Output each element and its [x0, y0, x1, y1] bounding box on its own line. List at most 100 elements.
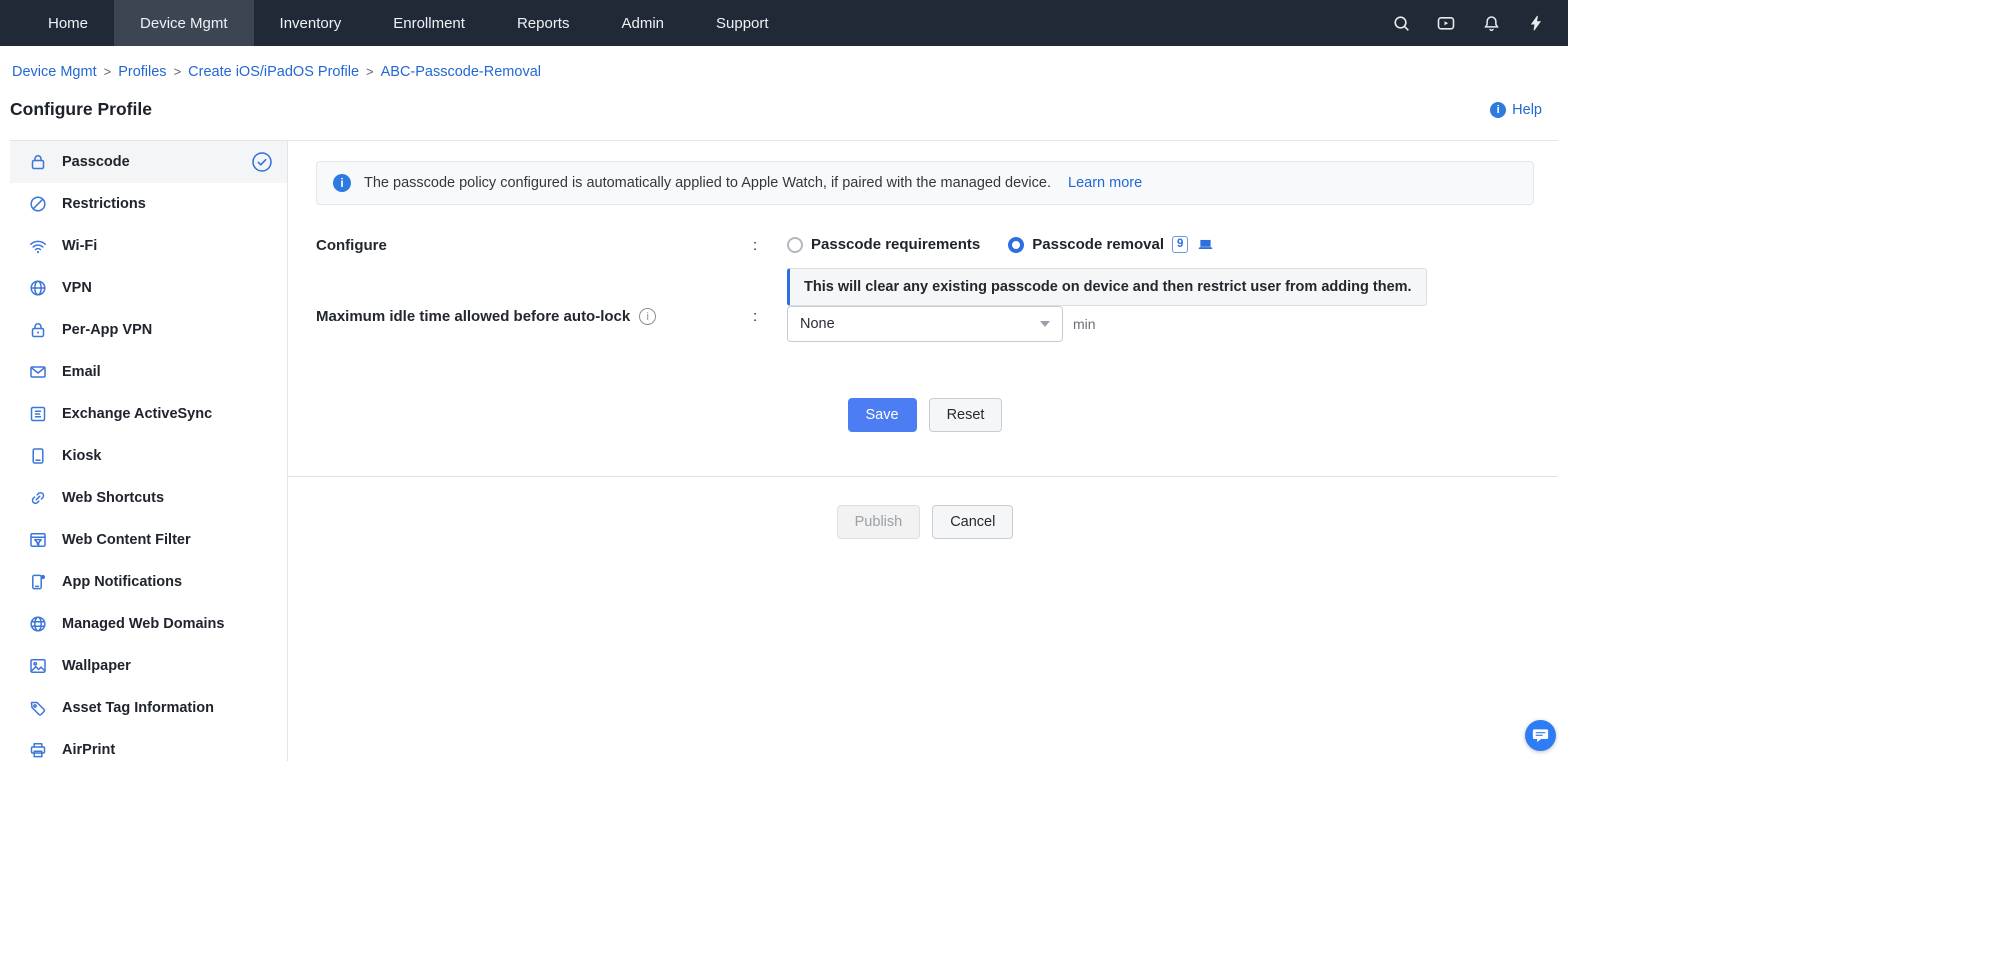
alerts-icon[interactable]	[1481, 13, 1501, 33]
supervised-device-icon	[1196, 235, 1215, 254]
nav-inventory[interactable]: Inventory	[254, 0, 368, 46]
profile-sections-sidebar: Passcode Restrictions Wi-Fi VPN Per-App …	[10, 141, 288, 761]
radio-selected-icon[interactable]	[1008, 237, 1024, 253]
wifi-icon	[28, 236, 48, 256]
sidebar-item-managed-web-domains[interactable]: Managed Web Domains	[10, 603, 287, 645]
breadcrumb-device-mgmt[interactable]: Device Mgmt	[12, 62, 97, 82]
sidebar-item-label: AirPrint	[62, 742, 115, 758]
passcode-config-panel: The passcode policy configured is automa…	[288, 141, 1558, 761]
video-icon[interactable]	[1436, 13, 1456, 33]
sidebar-item-airprint[interactable]: AirPrint	[10, 729, 287, 761]
idle-time-selected-value: None	[800, 316, 835, 332]
search-icon[interactable]	[1391, 13, 1411, 33]
sidebar-item-label: Web Shortcuts	[62, 490, 164, 506]
info-icon	[333, 174, 351, 192]
breadcrumb-profile-name[interactable]: ABC-Passcode-Removal	[381, 62, 541, 82]
sidebar-item-label: App Notifications	[62, 574, 182, 590]
sidebar-item-web-shortcuts[interactable]: Web Shortcuts	[10, 477, 287, 519]
help-label: Help	[1512, 102, 1542, 118]
chat-icon	[1532, 727, 1549, 744]
reset-button[interactable]: Reset	[929, 398, 1003, 432]
content-area: Passcode Restrictions Wi-Fi VPN Per-App …	[10, 140, 1558, 761]
profile-actions: Publish Cancel	[316, 505, 1534, 539]
passcode-removal-note: This will clear any existing passcode on…	[787, 268, 1427, 306]
sidebar-item-label: Exchange ActiveSync	[62, 406, 212, 422]
nav-admin[interactable]: Admin	[595, 0, 690, 46]
configure-row: Configure : Passcode requirements Passco…	[316, 235, 1534, 254]
lock-icon	[28, 152, 48, 172]
radio-unselected-icon[interactable]	[787, 237, 803, 253]
nav-reports[interactable]: Reports	[491, 0, 596, 46]
sidebar-item-vpn[interactable]: VPN	[10, 267, 287, 309]
sidebar-item-label: Asset Tag Information	[62, 700, 214, 716]
block-icon	[28, 194, 48, 214]
breadcrumb-separator: >	[366, 62, 374, 82]
cancel-button[interactable]: Cancel	[932, 505, 1013, 539]
configure-label: Configure	[316, 235, 753, 254]
nav-icon-group	[1391, 0, 1568, 46]
sidebar-item-label: Managed Web Domains	[62, 616, 224, 632]
nav-spacer	[795, 0, 1391, 46]
sidebar-item-kiosk[interactable]: Kiosk	[10, 435, 287, 477]
breadcrumb-separator: >	[174, 62, 182, 82]
quick-actions-icon[interactable]	[1526, 13, 1546, 33]
sidebar-item-asset-tag-information[interactable]: Asset Tag Information	[10, 687, 287, 729]
sidebar-item-label: Email	[62, 364, 101, 380]
sidebar-item-app-notifications[interactable]: App Notifications	[10, 561, 287, 603]
nav-home[interactable]: Home	[22, 0, 114, 46]
sidebar-item-exchange-activesync[interactable]: Exchange ActiveSync	[10, 393, 287, 435]
sidebar-item-label: Web Content Filter	[62, 532, 191, 548]
printer-icon	[28, 740, 48, 760]
sidebar-item-per-app-vpn[interactable]: Per-App VPN	[10, 309, 287, 351]
configured-check-icon	[251, 151, 273, 173]
sidebar-item-restrictions[interactable]: Restrictions	[10, 183, 287, 225]
link-icon	[28, 488, 48, 508]
sidebar-item-wifi[interactable]: Wi-Fi	[10, 225, 287, 267]
exchange-icon	[28, 404, 48, 424]
tablet-icon	[28, 446, 48, 466]
phone-bell-icon	[28, 572, 48, 592]
radio-passcode-requirements[interactable]: Passcode requirements	[787, 236, 980, 253]
sidebar-item-web-content-filter[interactable]: Web Content Filter	[10, 519, 287, 561]
chat-widget-button[interactable]	[1525, 720, 1556, 751]
passcode-form: Configure : Passcode requirements Passco…	[316, 235, 1534, 539]
lock-icon	[28, 320, 48, 340]
breadcrumb-profiles[interactable]: Profiles	[118, 62, 166, 82]
sidebar-item-label: Wallpaper	[62, 658, 131, 674]
idle-time-select[interactable]: None	[787, 306, 1063, 342]
help-link[interactable]: Help	[1490, 102, 1542, 118]
section-divider	[288, 476, 1558, 477]
radio-label: Passcode requirements	[811, 236, 980, 253]
app-window: Home Device Mgmt Inventory Enrollment Re…	[0, 0, 1568, 762]
filter-icon	[28, 530, 48, 550]
sidebar-item-label: VPN	[62, 280, 92, 296]
breadcrumb: Device Mgmt > Profiles > Create iOS/iPad…	[0, 46, 1568, 82]
idle-time-row: Maximum idle time allowed before auto-lo…	[316, 306, 1534, 342]
idle-time-label-text: Maximum idle time allowed before auto-lo…	[316, 308, 630, 325]
configure-colon: :	[753, 235, 787, 254]
nav-support[interactable]: Support	[690, 0, 795, 46]
top-navigation: Home Device Mgmt Inventory Enrollment Re…	[0, 0, 1568, 46]
image-icon	[28, 656, 48, 676]
publish-button[interactable]: Publish	[837, 505, 921, 539]
globe-icon	[28, 614, 48, 634]
nav-device-mgmt[interactable]: Device Mgmt	[114, 0, 254, 46]
save-button[interactable]: Save	[848, 398, 917, 432]
os-version-badge: 9	[1172, 236, 1188, 253]
radio-passcode-removal[interactable]: Passcode removal	[1008, 236, 1164, 253]
nav-enrollment[interactable]: Enrollment	[367, 0, 491, 46]
sidebar-item-email[interactable]: Email	[10, 351, 287, 393]
idle-time-info-icon[interactable]	[639, 308, 656, 325]
sidebar-item-wallpaper[interactable]: Wallpaper	[10, 645, 287, 687]
learn-more-link[interactable]: Learn more	[1068, 175, 1142, 191]
form-actions: Save Reset	[316, 398, 1534, 432]
sidebar-item-label: Per-App VPN	[62, 322, 152, 338]
globe-icon	[28, 278, 48, 298]
idle-time-colon: :	[753, 306, 787, 325]
sidebar-item-label: Kiosk	[62, 448, 102, 464]
info-banner: The passcode policy configured is automa…	[316, 161, 1534, 205]
sidebar-item-passcode[interactable]: Passcode	[10, 141, 287, 183]
breadcrumb-separator: >	[104, 62, 112, 82]
idle-time-control: None min	[787, 306, 1096, 342]
breadcrumb-create-profile[interactable]: Create iOS/iPadOS Profile	[188, 62, 359, 82]
